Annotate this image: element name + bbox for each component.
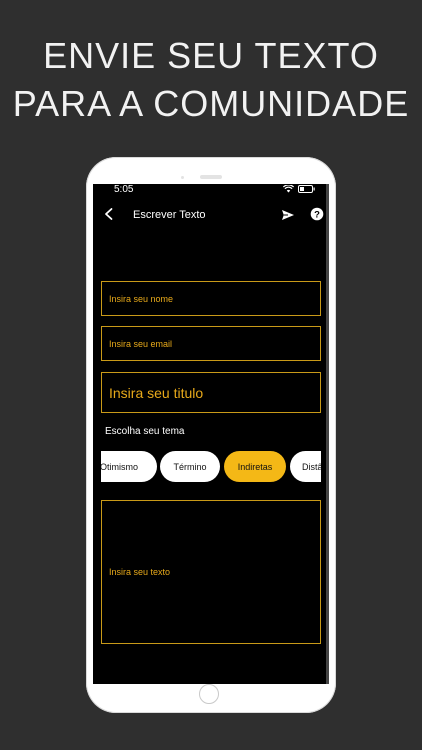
theme-chip-otimismo[interactable]: Otimismo	[101, 451, 157, 482]
app-screen: 5:05 Escrever Texto ? Insira seu nome In…	[93, 184, 329, 684]
back-chevron-icon[interactable]	[102, 207, 116, 221]
title-field[interactable]: Insira seu titulo	[101, 372, 321, 413]
svg-text:?: ?	[314, 209, 320, 220]
headline-line-2: PARA A COMUNIDADE	[12, 83, 410, 124]
battery-icon	[298, 185, 315, 193]
wifi-icon	[283, 185, 294, 193]
theme-chip-distancia[interactable]: Distâ	[290, 451, 321, 482]
theme-chips: Otimismo Término Indiretas Distâ	[101, 451, 321, 483]
screen-edge	[326, 184, 329, 684]
name-field[interactable]: Insira seu nome	[101, 281, 321, 316]
front-camera	[181, 176, 184, 179]
speaker-grille	[200, 175, 222, 179]
help-icon[interactable]: ?	[310, 207, 324, 221]
theme-chip-termino[interactable]: Término	[160, 451, 220, 482]
page-title: Escrever Texto	[133, 209, 206, 221]
theme-label: Escolha seu tema	[105, 426, 185, 437]
text-field[interactable]: Insira seu texto	[101, 500, 321, 644]
email-field[interactable]: Insira seu email	[101, 326, 321, 361]
phone-frame: 5:05 Escrever Texto ? Insira seu nome In…	[86, 157, 336, 713]
home-button	[199, 684, 219, 704]
headline-line-1: ENVIE SEU TEXTO	[43, 35, 379, 76]
theme-chip-indiretas[interactable]: Indiretas	[224, 451, 286, 482]
status-icons	[283, 185, 315, 193]
status-time: 5:05	[114, 184, 134, 195]
send-icon[interactable]	[281, 208, 295, 222]
